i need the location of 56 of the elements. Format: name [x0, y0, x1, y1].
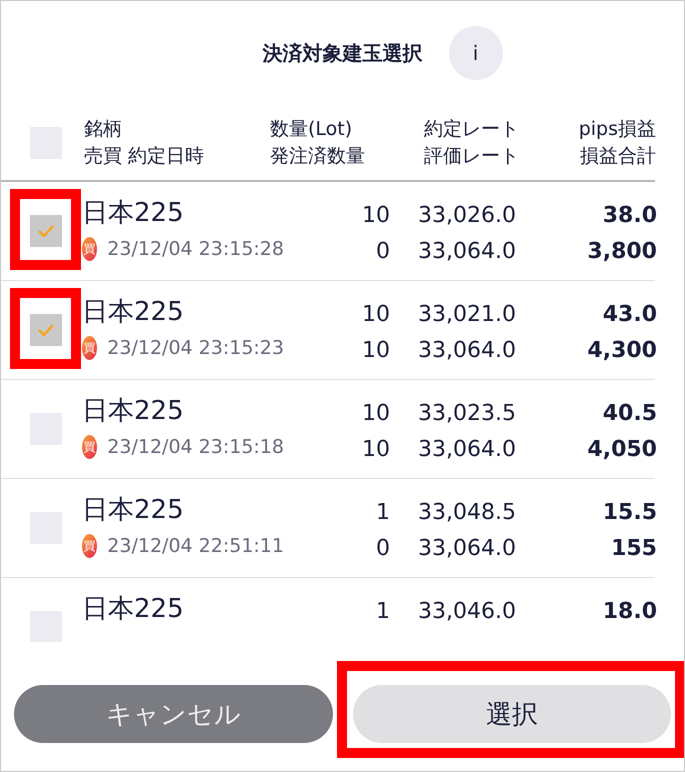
contract-rate: 33,026.0	[418, 202, 516, 230]
valuation-rate: 33,064.0	[418, 436, 516, 464]
total-profit: 4,300	[587, 337, 657, 365]
quantity: 10	[362, 301, 390, 329]
check-icon	[38, 225, 54, 237]
row-checkbox[interactable]	[30, 215, 62, 247]
column-header: pips損益	[578, 116, 656, 142]
buy-badge: 買	[82, 534, 98, 558]
trade-datetime: 23/12/04 23:15:28	[107, 238, 284, 260]
symbol-name: 日本225	[82, 395, 185, 428]
total-profit: 155	[611, 535, 657, 563]
symbol-name: 日本225	[82, 197, 185, 230]
column-header: 損益合計	[580, 144, 656, 168]
contract-rate: 33,023.5	[418, 400, 516, 428]
valuation-rate: 33,064.0	[418, 337, 516, 365]
pips-profit: 38.0	[602, 202, 657, 230]
pips-profit: 15.5	[602, 499, 657, 527]
ordered-quantity: 10	[362, 337, 390, 365]
column-header: 約定レート	[424, 116, 519, 142]
check-icon	[38, 324, 54, 336]
symbol-name: 日本225	[82, 296, 185, 329]
trade-datetime: 23/12/04 23:15:23	[107, 337, 284, 359]
pips-profit: 40.5	[602, 400, 657, 428]
buy-badge: 買	[82, 435, 98, 459]
info-button[interactable]: i	[448, 26, 502, 80]
row-checkbox[interactable]	[30, 314, 62, 346]
contract-rate: 33,021.0	[418, 301, 516, 329]
contract-rate: 33,048.5	[418, 499, 516, 527]
quantity: 1	[376, 598, 390, 626]
total-profit: 4,050	[587, 436, 657, 464]
trade-datetime: 23/12/04 22:51:11	[107, 535, 284, 557]
quantity: 10	[362, 400, 390, 428]
valuation-rate: 33,064.0	[418, 535, 516, 563]
ordered-quantity: 0	[376, 535, 390, 563]
total-profit: 3,800	[587, 238, 657, 266]
quantity: 1	[376, 499, 390, 527]
buy-badge: 買	[82, 336, 98, 360]
confirm-button[interactable]: 選択	[352, 685, 671, 743]
quantity: 10	[362, 202, 390, 230]
cancel-button[interactable]: キャンセル	[14, 685, 332, 743]
column-header: 発注済数量	[270, 144, 365, 168]
column-header: 売買 約定日時	[84, 144, 204, 168]
column-header: 銘柄	[84, 116, 122, 142]
pips-profit: 43.0	[602, 301, 657, 329]
ordered-quantity: 0	[376, 238, 390, 266]
contract-rate: 33,046.0	[418, 598, 516, 626]
buy-badge: 買	[82, 237, 98, 261]
dialog-title: 決済対象建玉選択	[262, 40, 422, 66]
column-header: 数量(Lot)	[270, 116, 352, 142]
valuation-rate: 33,064.0	[418, 238, 516, 266]
symbol-name: 日本225	[82, 593, 185, 626]
pips-profit: 18.0	[602, 598, 657, 626]
column-header: 評価レート	[424, 144, 519, 168]
ordered-quantity: 10	[362, 436, 390, 464]
trade-datetime: 23/12/04 23:15:18	[107, 436, 284, 458]
symbol-name: 日本225	[82, 494, 185, 527]
